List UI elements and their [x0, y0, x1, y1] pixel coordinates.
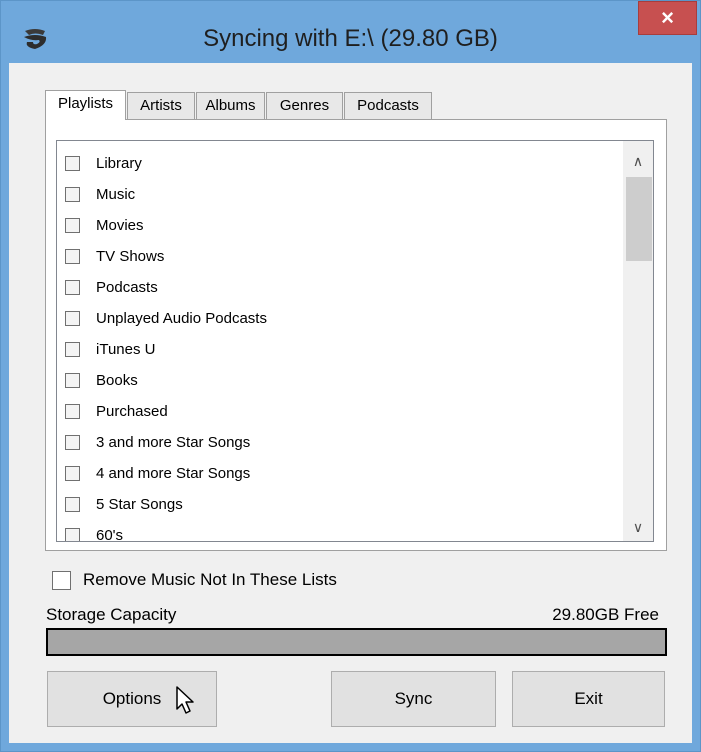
- sync-button[interactable]: Sync: [331, 671, 496, 727]
- scroll-up-icon[interactable]: ∧: [623, 147, 653, 175]
- list-item[interactable]: Unplayed Audio Podcasts: [65, 306, 267, 330]
- playlist-label: 4 and more Star Songs: [96, 464, 251, 482]
- tab-podcasts[interactable]: Podcasts: [344, 92, 432, 119]
- playlist-label: iTunes U: [96, 340, 156, 358]
- playlist-label: Unplayed Audio Podcasts: [96, 309, 267, 327]
- playlist-list[interactable]: Library Music Movies TV Shows Podcasts U…: [56, 140, 654, 542]
- list-item[interactable]: Books: [65, 368, 138, 392]
- mouse-pointer-icon: [176, 686, 194, 714]
- list-item[interactable]: Movies: [65, 213, 144, 237]
- playlist-label: TV Shows: [96, 247, 165, 265]
- playlist-label: Books: [96, 371, 138, 389]
- storage-progress-fill: [48, 630, 665, 654]
- exit-button[interactable]: Exit: [512, 671, 665, 727]
- remove-music-option[interactable]: Remove Music Not In These Lists: [52, 570, 337, 590]
- playlist-checkbox[interactable]: [65, 217, 80, 233]
- storage-capacity-label: Storage Capacity: [46, 605, 177, 624]
- list-item[interactable]: Music: [65, 182, 135, 206]
- storage-progress-bar: [46, 628, 667, 656]
- window-title: Syncing with E:\ (29.80 GB): [203, 25, 498, 52]
- playlist-checkbox[interactable]: [65, 310, 80, 326]
- playlist-checkbox[interactable]: [65, 496, 80, 512]
- list-item[interactable]: iTunes U: [65, 337, 155, 361]
- storage-free-text: 29.80GB Free: [552, 605, 659, 624]
- playlist-label: Movies: [96, 216, 144, 234]
- playlist-label: Podcasts: [96, 278, 158, 296]
- tab-albums[interactable]: Albums: [196, 92, 265, 119]
- playlist-label: 60's: [96, 526, 124, 542]
- playlist-checkbox[interactable]: [65, 434, 80, 450]
- playlist-checkbox[interactable]: [65, 527, 80, 541]
- list-item[interactable]: Library: [65, 151, 142, 175]
- list-item[interactable]: 5 Star Songs: [65, 492, 183, 516]
- tab-genres[interactable]: Genres: [266, 92, 343, 119]
- playlist-label: 3 and more Star Songs: [96, 433, 251, 451]
- list-item[interactable]: 3 and more Star Songs: [65, 430, 250, 454]
- tab-playlists[interactable]: Playlists: [45, 90, 126, 120]
- playlist-label: Purchased: [96, 402, 168, 420]
- scroll-down-icon[interactable]: ∨: [623, 513, 653, 541]
- playlist-checkbox[interactable]: [65, 186, 80, 202]
- playlist-checkbox[interactable]: [65, 372, 80, 388]
- list-item[interactable]: 4 and more Star Songs: [65, 461, 250, 485]
- playlist-label: Library: [96, 154, 142, 172]
- remove-music-checkbox[interactable]: [52, 570, 71, 590]
- scroll-thumb[interactable]: [626, 177, 652, 261]
- list-item[interactable]: Purchased: [65, 399, 168, 423]
- close-button[interactable]: ×: [638, 1, 697, 35]
- tab-artists[interactable]: Artists: [127, 92, 195, 119]
- playlist-label: Music: [96, 185, 136, 203]
- playlist-label: 5 Star Songs: [96, 495, 183, 513]
- list-item[interactable]: 60's: [65, 523, 124, 542]
- list-scrollbar[interactable]: ∧ ∨: [623, 141, 653, 541]
- list-item[interactable]: TV Shows: [65, 244, 164, 268]
- playlist-checkbox[interactable]: [65, 155, 80, 171]
- playlist-checkbox[interactable]: [65, 279, 80, 295]
- remove-music-label: Remove Music Not In These Lists: [83, 570, 337, 589]
- playlist-checkbox[interactable]: [65, 465, 80, 481]
- playlist-checkbox[interactable]: [65, 248, 80, 264]
- playlist-checkbox[interactable]: [65, 341, 80, 357]
- list-item[interactable]: Podcasts: [65, 275, 158, 299]
- playlist-checkbox[interactable]: [65, 403, 80, 419]
